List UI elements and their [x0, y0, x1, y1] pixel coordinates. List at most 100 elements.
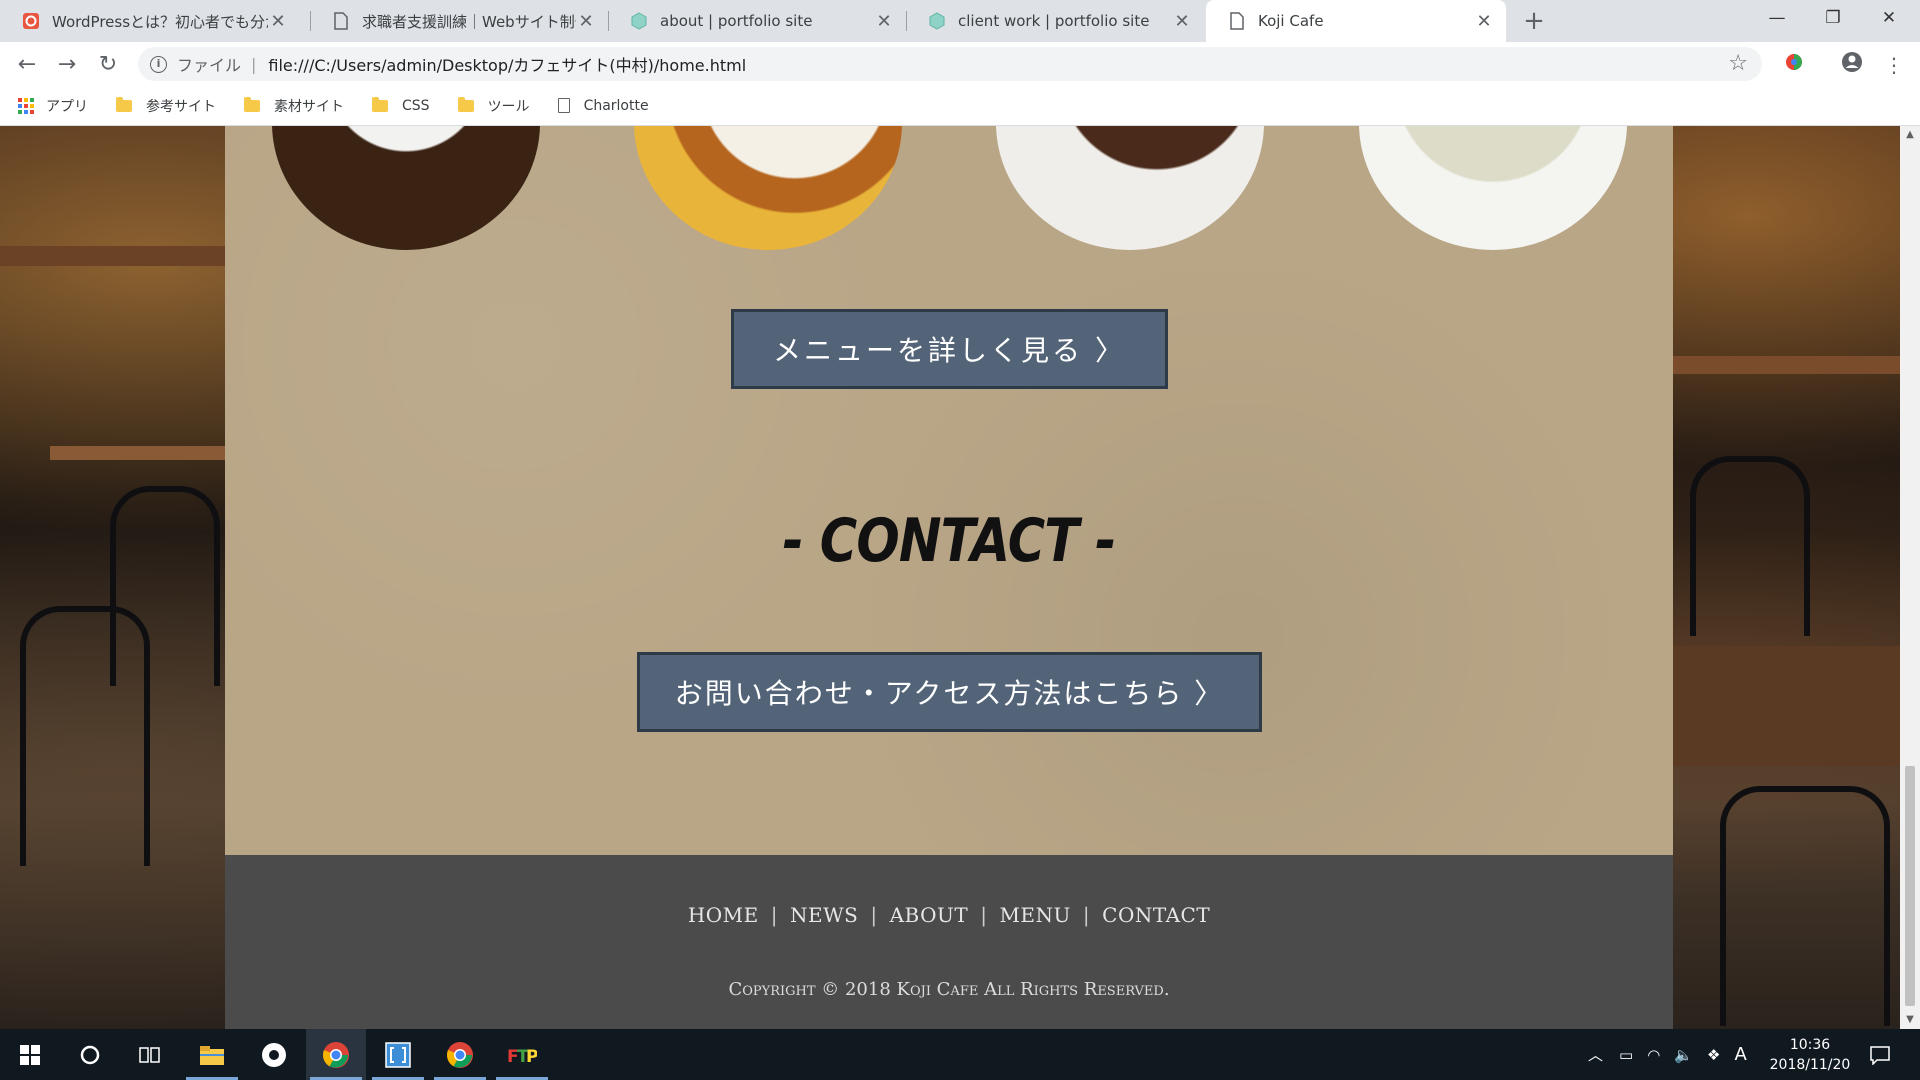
tab-title: WordPressとは？初心者でも分かる [52, 12, 268, 31]
footer-link-about[interactable]: ABOUT [890, 903, 969, 927]
tab-kyushoku[interactable]: 求職者支援訓練｜Webサイト制作 ✕ [310, 0, 608, 42]
chrome-taskbar-icon-2[interactable] [430, 1029, 490, 1080]
footer-link-home[interactable]: HOME [688, 903, 759, 927]
page-scrollbar[interactable]: ▲ ▼ [1900, 126, 1920, 1029]
windows-taskbar: FTP ︿ ▭ ◠ 🔈 ❖ A 10:36 2018/11/20 [0, 1029, 1920, 1080]
bookmark-charlotte[interactable]: Charlotte [557, 98, 649, 114]
contact-heading: - CONTACT - [782, 506, 1117, 576]
folder-icon [116, 96, 132, 112]
wifi-icon[interactable]: ◠ [1647, 1046, 1660, 1064]
folder-icon [244, 96, 260, 112]
page-viewport: メニューを詳しく見る 〉 - CONTACT - お問い合わせ・アクセス方法はこ… [0, 126, 1900, 1029]
brackets-editor-icon[interactable] [368, 1029, 428, 1080]
back-button[interactable]: ← [12, 50, 42, 80]
show-hidden-icons-chevron-icon[interactable]: ︿ [1588, 1044, 1603, 1065]
info-icon[interactable]: i [150, 55, 167, 73]
tab-title: 求職者支援訓練｜Webサイト制作 [362, 12, 576, 31]
system-tray: ︿ ▭ ◠ 🔈 ❖ A [1588, 1029, 1747, 1080]
site-footer: HOME | NEWS | ABOUT | MENU | CONTACT Copyright ©… [225, 855, 1673, 1029]
extension-icon[interactable] [1780, 51, 1808, 79]
footer-separator: | [980, 903, 988, 927]
cube-icon [630, 12, 648, 30]
windows-start-icon[interactable] [0, 1029, 60, 1080]
minimize-button[interactable]: — [1750, 0, 1804, 36]
address-url[interactable]: file:///C:/Users/admin/Desktop/カフェサイト(中村… [268, 52, 746, 76]
footer-separator: | [770, 903, 778, 927]
file-explorer-icon[interactable] [182, 1029, 242, 1080]
tab-title: Koji Cafe [1258, 12, 1324, 30]
bookmark-star-icon[interactable]: ☆ [1728, 51, 1748, 76]
volume-muted-icon[interactable]: 🔈 [1674, 1046, 1693, 1064]
footer-link-news[interactable]: NEWS [790, 903, 858, 927]
close-icon[interactable]: ✕ [1172, 11, 1192, 32]
bookmark-folder-tools[interactable]: ツール [457, 96, 530, 116]
bookmark-label: 素材サイト [274, 98, 344, 115]
address-bar[interactable]: i ファイル | file:///C:/Users/admin/Desktop/… [138, 47, 1762, 81]
chocolate-cake-photo [996, 126, 1264, 250]
reload-button[interactable]: ↻ [93, 50, 123, 80]
ime-indicator[interactable]: A [1734, 1044, 1746, 1065]
bookmark-label: アプリ [46, 98, 88, 115]
bookmark-folder-materials[interactable]: 素材サイト [244, 96, 344, 116]
taskbar-clock[interactable]: 10:36 2018/11/20 [1760, 1035, 1860, 1075]
footer-link-contact[interactable]: CONTACT [1102, 903, 1210, 927]
burger-fries-photo [634, 126, 902, 250]
dropbox-icon[interactable]: ❖ [1707, 1046, 1720, 1064]
close-icon[interactable]: ✕ [268, 11, 288, 32]
browser-toolbar: ← → ↻ i ファイル | file:///C:/Users/admin/De… [0, 42, 1920, 86]
tab-koji-cafe[interactable]: Koji Cafe ✕ [1206, 0, 1506, 42]
svg-text:P: P [526, 1047, 537, 1067]
battery-icon[interactable]: ▭ [1619, 1046, 1633, 1064]
bookmark-label: CSS [402, 97, 430, 114]
wordpress-icon [22, 12, 40, 30]
tab-about[interactable]: about | portfolio site ✕ [608, 0, 906, 42]
background-chair [1690, 456, 1810, 636]
background-table [1673, 646, 1900, 766]
pinned-app-icon[interactable] [244, 1029, 304, 1080]
restore-button[interactable]: ❐ [1806, 0, 1860, 36]
apps-icon [18, 97, 34, 114]
contact-access-button[interactable]: お問い合わせ・アクセス方法はこちら 〉 [637, 652, 1262, 732]
footer-separator: | [1082, 903, 1091, 927]
page-icon [332, 12, 350, 30]
view-menu-button[interactable]: メニューを詳しく見る 〉 [731, 309, 1168, 389]
pasta-photo [1359, 126, 1627, 250]
chrome-taskbar-icon[interactable] [306, 1029, 366, 1080]
menu-kebab-icon[interactable]: ⋮ [1880, 51, 1908, 79]
ftp-client-icon[interactable]: FTP [492, 1029, 552, 1080]
bookmark-apps[interactable]: アプリ [18, 96, 88, 116]
coffee-photo [272, 126, 540, 250]
clock-time: 10:36 [1789, 1037, 1831, 1053]
folder-icon [457, 96, 474, 112]
background-table [50, 446, 225, 460]
background-chair [110, 486, 220, 686]
close-icon[interactable]: ✕ [576, 11, 596, 32]
close-icon[interactable]: ✕ [1474, 11, 1494, 32]
footer-nav: HOME | NEWS | ABOUT | MENU | CONTACT [225, 903, 1673, 927]
bookmark-folder-css[interactable]: CSS [372, 96, 430, 114]
scroll-up-arrow-icon[interactable]: ▲ [1900, 126, 1920, 144]
close-icon[interactable]: ✕ [874, 11, 894, 32]
copyright-text: Copyright © 2018 Koji Cafe All Rights Re… [728, 979, 1170, 1000]
profile-icon[interactable] [1838, 51, 1866, 79]
scroll-down-arrow-icon[interactable]: ▼ [1900, 1011, 1920, 1029]
background-table [1673, 356, 1900, 374]
cortana-search-icon[interactable] [60, 1029, 120, 1080]
new-tab-button[interactable]: + [1519, 6, 1549, 36]
scroll-thumb[interactable] [1905, 766, 1915, 1006]
action-center-icon[interactable] [1850, 1029, 1910, 1080]
address-scheme-label: ファイル [177, 56, 242, 75]
page-icon [557, 98, 570, 113]
bookmark-label: 参考サイト [146, 98, 216, 115]
bookmark-folder-reference[interactable]: 参考サイト [116, 96, 216, 116]
tab-client-work[interactable]: client work | portfolio site ✕ [906, 0, 1204, 42]
bookmarks-bar: アプリ 参考サイト 素材サイト CSS ツール Charlotte [0, 86, 1920, 126]
tab-wordpress[interactable]: WordPressとは？初心者でも分かる ✕ [0, 0, 300, 42]
footer-link-menu[interactable]: MENU [999, 903, 1070, 927]
forward-button[interactable]: → [52, 50, 82, 80]
close-window-button[interactable]: ✕ [1862, 0, 1916, 36]
task-view-icon[interactable] [120, 1029, 180, 1080]
clock-date: 2018/11/20 [1769, 1057, 1851, 1073]
tab-title: about | portfolio site [660, 12, 813, 30]
background-table [0, 246, 225, 266]
